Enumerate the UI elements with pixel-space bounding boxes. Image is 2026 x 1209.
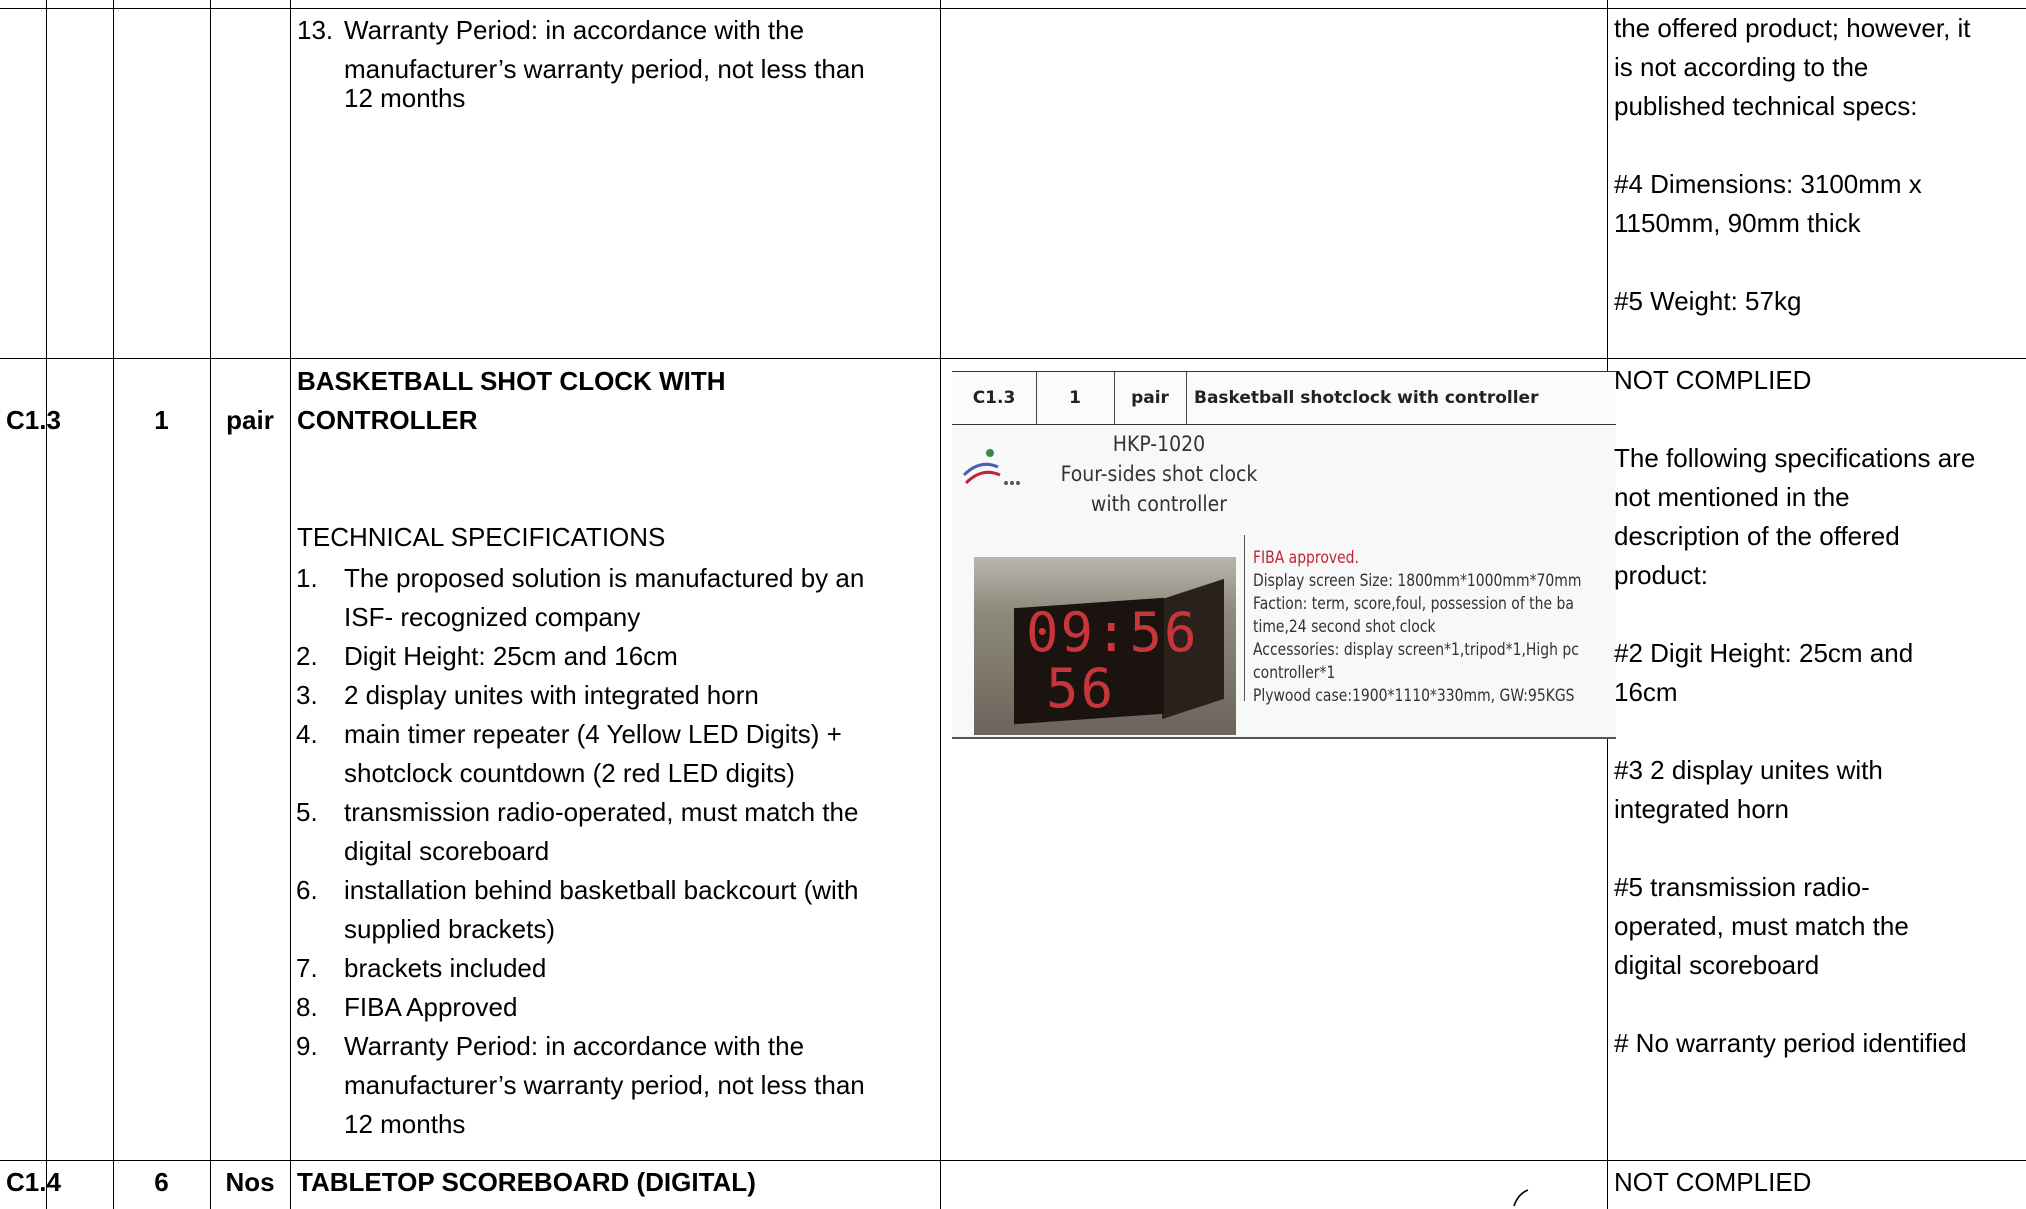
brand-logo-icon xyxy=(962,449,1020,485)
shot-clock-photo: 09:56 56 xyxy=(974,557,1236,735)
prev-remarks: the offered product; however, it is not … xyxy=(1614,13,1971,316)
offer-model: HKP-1020 xyxy=(1112,432,1206,456)
spec-item: 1. The proposed solution is manufactured … xyxy=(296,563,865,632)
spec-item: 8. FIBA Approved xyxy=(296,992,518,1022)
prev-spec-line-3: 12 months xyxy=(344,83,466,113)
offer-model-desc-2: with controller xyxy=(1090,492,1228,516)
column-rule-3 xyxy=(210,0,212,1209)
offer-model-desc-1: Four-sides shot clock xyxy=(1060,462,1258,486)
item-title-c14: TABLETOP SCOREBOARD (DIGITAL) xyxy=(297,1167,756,1197)
offer-scan-header: C1.3 1 pair Basketball shotclock with co… xyxy=(952,371,1616,425)
item-unit: pair xyxy=(226,405,274,435)
photo-digits-top: 09:56 xyxy=(1026,601,1199,664)
item-code-c14: C1.4 xyxy=(6,1167,61,1197)
spec-item: 3. 2 display unites with integrated horn xyxy=(296,680,759,710)
prev-spec-line-1: Warranty Period: in accordance with the xyxy=(344,15,805,45)
offer-desc: Basketball shotclock with controller xyxy=(1194,388,1539,408)
offer-code: C1.3 xyxy=(952,372,1037,424)
spec-item: 5. transmission radio-operated, must matc… xyxy=(296,797,859,866)
spec-item: 7. brackets included xyxy=(296,953,547,983)
item-title-line-2: CONTROLLER xyxy=(297,405,478,435)
offer-fiba: FIBA approved. xyxy=(1253,548,1359,568)
offer-divider xyxy=(1244,535,1245,701)
column-rule-1 xyxy=(46,0,48,1209)
offer-spec-line: Display screen Size: 1800mm*1000mm*70mm xyxy=(1253,571,1582,591)
offer-spec-line: time,24 second shot clock xyxy=(1253,617,1436,637)
offer-qty: 1 xyxy=(1036,372,1115,424)
offer-unit: pair xyxy=(1114,372,1187,424)
offer-scan-image: C1.3 1 pair Basketball shotclock with co… xyxy=(952,371,1616,739)
c13-remarks: NOT COMPLIED The following specification… xyxy=(1614,365,1976,1058)
row-rule-1 xyxy=(0,358,2026,360)
spec-list: 1. The proposed solution is manufactured … xyxy=(296,559,865,1144)
offer-spec-line: controller*1 xyxy=(1253,663,1336,683)
column-rule-5 xyxy=(940,0,942,1209)
offer-scan-bottom-rule xyxy=(952,737,1616,739)
offer-spec-line: Accessories: display screen*1,tripod*1,H… xyxy=(1253,640,1579,660)
item-qty: 1 xyxy=(154,405,169,435)
spec-item: 2. Digit Height: 25cm and 16cm xyxy=(296,641,678,671)
prev-spec-num: 13. xyxy=(297,15,334,45)
column-rule-4 xyxy=(290,0,292,1209)
item-unit-c14: Nos xyxy=(225,1167,275,1197)
item-title-line-1: BASKETBALL SHOT CLOCK WITH xyxy=(297,366,726,396)
item-code: C1.3 xyxy=(6,405,61,435)
tech-spec-heading: TECHNICAL SPECIFICATIONS xyxy=(297,522,666,552)
c14-remarks: NOT COMPLIED xyxy=(1614,1167,1812,1197)
offer-spec-line: Faction: term, score,foul, possession of… xyxy=(1253,594,1574,614)
item-qty-c14: 6 xyxy=(154,1167,169,1197)
spec-item: 4. main timer repeater (4 Yellow LED Digi… xyxy=(296,719,842,788)
row-rule-2 xyxy=(0,1160,2026,1162)
spec-item: 9. Warranty Period: in accordance with th… xyxy=(296,1031,865,1139)
spec-item: 6. installation behind basketball backcou… xyxy=(296,875,859,944)
column-rule-2 xyxy=(113,0,115,1209)
pen-mark-icon xyxy=(1513,1189,1529,1207)
offer-spec-line: Plywood case:1900*1110*330mm, GW:95KGS xyxy=(1253,686,1575,706)
photo-digits-bottom: 56 xyxy=(1046,657,1116,720)
